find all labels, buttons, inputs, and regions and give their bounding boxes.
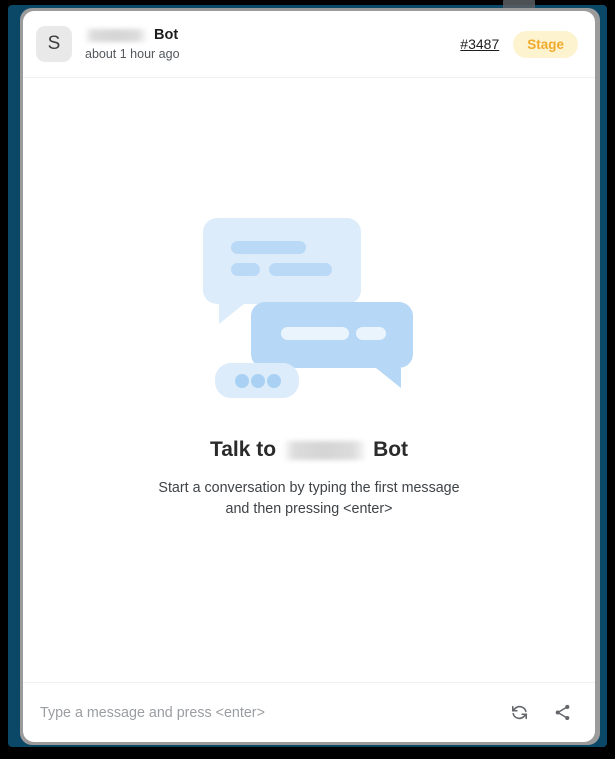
title-prefix: Talk to xyxy=(209,438,277,461)
empty-state-title: Talk to Bot xyxy=(210,438,408,462)
composer-actions xyxy=(508,702,573,724)
chat-card: S Bot about 1 hour ago #3487 Stage Talk … xyxy=(23,11,595,742)
message-input[interactable] xyxy=(40,704,496,721)
redacted-bot-name xyxy=(85,28,147,42)
title-suffix: Bot xyxy=(373,438,409,461)
subtitle-line-1: Start a conversation by typing the first… xyxy=(158,480,460,496)
empty-state: Talk to Bot Start a conversation by typi… xyxy=(23,210,595,520)
bot-name-suffix: Bot xyxy=(154,26,179,43)
empty-state-subtitle: Start a conversation by typing the first… xyxy=(158,478,459,520)
subtitle-line-2: and then pressing <enter> xyxy=(225,501,393,517)
redacted-title-name xyxy=(284,440,367,460)
message-composer xyxy=(23,682,595,742)
bot-name: Bot xyxy=(85,27,460,44)
environment-badge: Stage xyxy=(513,30,578,58)
chat-body: Talk to Bot Start a conversation by typi… xyxy=(23,78,595,682)
screen-root: S Bot about 1 hour ago #3487 Stage Talk … xyxy=(0,0,615,759)
conversation-timestamp: about 1 hour ago xyxy=(85,46,180,61)
refresh-icon[interactable] xyxy=(508,702,530,724)
share-icon[interactable] xyxy=(551,702,573,724)
avatar: S xyxy=(36,26,72,62)
header-actions: #3487 Stage xyxy=(460,30,578,58)
chat-bubbles-illustration xyxy=(203,210,415,398)
chat-header: S Bot about 1 hour ago #3487 Stage xyxy=(23,11,595,78)
bubble-typing-icon xyxy=(215,363,299,398)
header-text-block: Bot about 1 hour ago xyxy=(85,27,460,62)
ticket-link[interactable]: #3487 xyxy=(460,36,499,52)
